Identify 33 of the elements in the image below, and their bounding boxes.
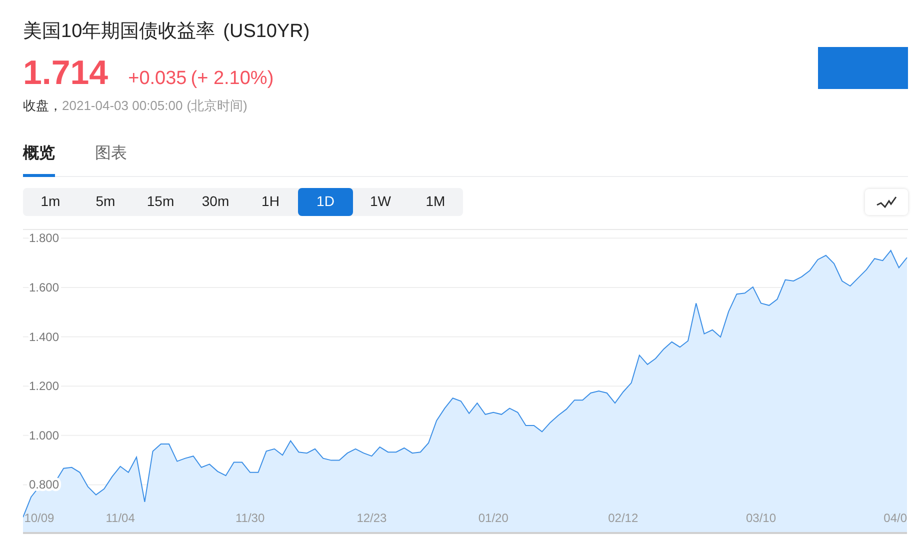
interval-button[interactable]: 1D bbox=[298, 188, 353, 216]
x-axis-label: 12/23 bbox=[356, 510, 387, 524]
interval-button[interactable]: 30m bbox=[188, 188, 243, 216]
x-axis-label: 03/10 bbox=[746, 510, 776, 524]
page-title: 美国10年期国债收益率 bbox=[23, 20, 216, 44]
tab[interactable]: 概览 bbox=[23, 142, 55, 176]
line-chart-toggle[interactable] bbox=[865, 188, 908, 214]
y-axis-label: 1.600 bbox=[29, 280, 60, 294]
interval-button[interactable]: 1M bbox=[408, 188, 463, 216]
interval-button[interactable]: 1m bbox=[23, 188, 78, 216]
x-axis-label: 10/09 bbox=[24, 510, 54, 524]
x-axis-label: 02/12 bbox=[608, 510, 638, 524]
interval-button[interactable]: 15m bbox=[133, 188, 188, 216]
x-axis-label: 01/20 bbox=[478, 510, 508, 524]
x-axis-label: 11/04 bbox=[106, 510, 135, 524]
ticker-symbol: (US10YR) bbox=[223, 20, 310, 44]
status-label: 收盘， bbox=[23, 97, 62, 115]
y-axis-label: 1.200 bbox=[29, 378, 60, 393]
price-change: +0.035 bbox=[128, 66, 187, 90]
x-axis-label: 04/0 bbox=[884, 510, 907, 524]
percent-change: (+ 2.10%) bbox=[190, 66, 274, 90]
timezone-label: (北京时间) bbox=[186, 97, 248, 115]
y-axis-label: 1.000 bbox=[29, 428, 60, 442]
price-value: 1.714 bbox=[23, 52, 108, 92]
y-axis-label: 1.800 bbox=[29, 230, 60, 245]
interval-button[interactable]: 1H bbox=[243, 188, 298, 216]
interval-button[interactable]: 5m bbox=[78, 188, 133, 216]
interval-button[interactable]: 1W bbox=[353, 188, 408, 216]
line-chart-icon bbox=[876, 194, 898, 208]
tab[interactable]: 图表 bbox=[95, 142, 127, 176]
x-axis-label: 11/30 bbox=[236, 510, 265, 524]
close-time: 2021-04-03 00:05:00 bbox=[62, 97, 183, 115]
y-axis-label: 1.400 bbox=[29, 329, 60, 344]
